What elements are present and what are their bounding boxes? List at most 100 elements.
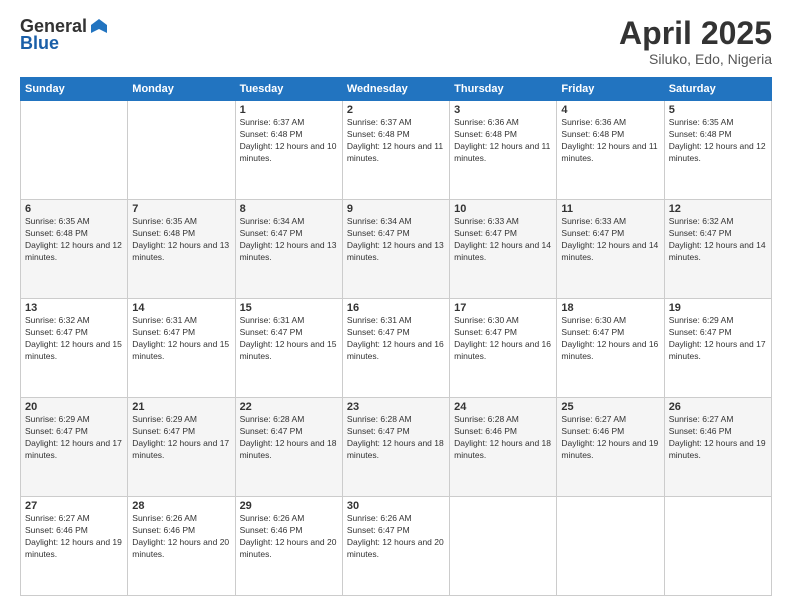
- daylight-text: Daylight: 12 hours and 14 minutes.: [561, 240, 659, 264]
- week-row-5: 27 Sunrise: 6:27 AM Sunset: 6:46 PM Dayl…: [21, 497, 772, 596]
- sunset-text: Sunset: 6:47 PM: [25, 327, 123, 339]
- sunrise-text: Sunrise: 6:37 AM: [240, 117, 338, 129]
- day-cell: 5 Sunrise: 6:35 AM Sunset: 6:48 PM Dayli…: [664, 101, 771, 200]
- day-cell: 1 Sunrise: 6:37 AM Sunset: 6:48 PM Dayli…: [235, 101, 342, 200]
- day-info: Sunrise: 6:32 AM Sunset: 6:47 PM Dayligh…: [669, 216, 767, 264]
- day-info: Sunrise: 6:27 AM Sunset: 6:46 PM Dayligh…: [669, 414, 767, 462]
- daylight-text: Daylight: 12 hours and 15 minutes.: [240, 339, 338, 363]
- daylight-text: Daylight: 12 hours and 18 minutes.: [454, 438, 552, 462]
- day-cell: 29 Sunrise: 6:26 AM Sunset: 6:46 PM Dayl…: [235, 497, 342, 596]
- day-number: 23: [347, 401, 445, 413]
- day-info: Sunrise: 6:36 AM Sunset: 6:48 PM Dayligh…: [454, 117, 552, 165]
- day-cell: 3 Sunrise: 6:36 AM Sunset: 6:48 PM Dayli…: [450, 101, 557, 200]
- sunrise-text: Sunrise: 6:32 AM: [669, 216, 767, 228]
- sunrise-text: Sunrise: 6:30 AM: [454, 315, 552, 327]
- sunset-text: Sunset: 6:48 PM: [25, 228, 123, 240]
- week-row-4: 20 Sunrise: 6:29 AM Sunset: 6:47 PM Dayl…: [21, 398, 772, 497]
- sunrise-text: Sunrise: 6:35 AM: [132, 216, 230, 228]
- sunset-text: Sunset: 6:47 PM: [25, 426, 123, 438]
- daylight-text: Daylight: 12 hours and 12 minutes.: [669, 141, 767, 165]
- day-info: Sunrise: 6:33 AM Sunset: 6:47 PM Dayligh…: [561, 216, 659, 264]
- daylight-text: Daylight: 12 hours and 16 minutes.: [561, 339, 659, 363]
- day-info: Sunrise: 6:28 AM Sunset: 6:47 PM Dayligh…: [240, 414, 338, 462]
- sunset-text: Sunset: 6:48 PM: [240, 129, 338, 141]
- sunrise-text: Sunrise: 6:37 AM: [347, 117, 445, 129]
- sunrise-text: Sunrise: 6:33 AM: [561, 216, 659, 228]
- day-cell: 28 Sunrise: 6:26 AM Sunset: 6:46 PM Dayl…: [128, 497, 235, 596]
- sunset-text: Sunset: 6:48 PM: [669, 129, 767, 141]
- sunrise-text: Sunrise: 6:35 AM: [25, 216, 123, 228]
- day-cell: 4 Sunrise: 6:36 AM Sunset: 6:48 PM Dayli…: [557, 101, 664, 200]
- day-number: 2: [347, 104, 445, 116]
- sunset-text: Sunset: 6:47 PM: [561, 228, 659, 240]
- day-cell: 14 Sunrise: 6:31 AM Sunset: 6:47 PM Dayl…: [128, 299, 235, 398]
- sunrise-text: Sunrise: 6:29 AM: [25, 414, 123, 426]
- daylight-text: Daylight: 12 hours and 11 minutes.: [561, 141, 659, 165]
- daylight-text: Daylight: 12 hours and 18 minutes.: [347, 438, 445, 462]
- day-info: Sunrise: 6:30 AM Sunset: 6:47 PM Dayligh…: [561, 315, 659, 363]
- daylight-text: Daylight: 12 hours and 16 minutes.: [454, 339, 552, 363]
- daylight-text: Daylight: 12 hours and 20 minutes.: [347, 537, 445, 561]
- day-info: Sunrise: 6:33 AM Sunset: 6:47 PM Dayligh…: [454, 216, 552, 264]
- day-cell: 6 Sunrise: 6:35 AM Sunset: 6:48 PM Dayli…: [21, 200, 128, 299]
- day-info: Sunrise: 6:35 AM Sunset: 6:48 PM Dayligh…: [25, 216, 123, 264]
- header-saturday: Saturday: [664, 78, 771, 101]
- sunset-text: Sunset: 6:47 PM: [347, 327, 445, 339]
- sunset-text: Sunset: 6:47 PM: [347, 228, 445, 240]
- week-row-2: 6 Sunrise: 6:35 AM Sunset: 6:48 PM Dayli…: [21, 200, 772, 299]
- daylight-text: Daylight: 12 hours and 20 minutes.: [240, 537, 338, 561]
- sunrise-text: Sunrise: 6:29 AM: [669, 315, 767, 327]
- day-number: 24: [454, 401, 552, 413]
- sunrise-text: Sunrise: 6:30 AM: [561, 315, 659, 327]
- sunrise-text: Sunrise: 6:31 AM: [347, 315, 445, 327]
- daylight-text: Daylight: 12 hours and 11 minutes.: [454, 141, 552, 165]
- daylight-text: Daylight: 12 hours and 15 minutes.: [132, 339, 230, 363]
- week-row-1: 1 Sunrise: 6:37 AM Sunset: 6:48 PM Dayli…: [21, 101, 772, 200]
- sunset-text: Sunset: 6:46 PM: [669, 426, 767, 438]
- daylight-text: Daylight: 12 hours and 14 minutes.: [454, 240, 552, 264]
- day-number: 19: [669, 302, 767, 314]
- day-number: 9: [347, 203, 445, 215]
- day-cell: 7 Sunrise: 6:35 AM Sunset: 6:48 PM Dayli…: [128, 200, 235, 299]
- sunset-text: Sunset: 6:47 PM: [240, 426, 338, 438]
- day-info: Sunrise: 6:37 AM Sunset: 6:48 PM Dayligh…: [347, 117, 445, 165]
- day-info: Sunrise: 6:31 AM Sunset: 6:47 PM Dayligh…: [347, 315, 445, 363]
- day-number: 25: [561, 401, 659, 413]
- day-number: 27: [25, 500, 123, 512]
- daylight-text: Daylight: 12 hours and 13 minutes.: [347, 240, 445, 264]
- sunset-text: Sunset: 6:47 PM: [132, 426, 230, 438]
- day-number: 20: [25, 401, 123, 413]
- sunrise-text: Sunrise: 6:35 AM: [669, 117, 767, 129]
- daylight-text: Daylight: 12 hours and 17 minutes.: [669, 339, 767, 363]
- title-area: April 2025 Siluko, Edo, Nigeria: [619, 16, 772, 67]
- sunrise-text: Sunrise: 6:31 AM: [132, 315, 230, 327]
- sunset-text: Sunset: 6:47 PM: [240, 228, 338, 240]
- day-number: 30: [347, 500, 445, 512]
- daylight-text: Daylight: 12 hours and 13 minutes.: [240, 240, 338, 264]
- day-info: Sunrise: 6:34 AM Sunset: 6:47 PM Dayligh…: [240, 216, 338, 264]
- day-info: Sunrise: 6:36 AM Sunset: 6:48 PM Dayligh…: [561, 117, 659, 165]
- day-number: 16: [347, 302, 445, 314]
- calendar-table: Sunday Monday Tuesday Wednesday Thursday…: [20, 77, 772, 596]
- day-cell: [21, 101, 128, 200]
- day-number: 7: [132, 203, 230, 215]
- day-cell: 19 Sunrise: 6:29 AM Sunset: 6:47 PM Dayl…: [664, 299, 771, 398]
- day-info: Sunrise: 6:30 AM Sunset: 6:47 PM Dayligh…: [454, 315, 552, 363]
- sunset-text: Sunset: 6:48 PM: [132, 228, 230, 240]
- daylight-text: Daylight: 12 hours and 16 minutes.: [347, 339, 445, 363]
- day-cell: 22 Sunrise: 6:28 AM Sunset: 6:47 PM Dayl…: [235, 398, 342, 497]
- day-number: 11: [561, 203, 659, 215]
- day-number: 18: [561, 302, 659, 314]
- sunrise-text: Sunrise: 6:34 AM: [347, 216, 445, 228]
- day-info: Sunrise: 6:34 AM Sunset: 6:47 PM Dayligh…: [347, 216, 445, 264]
- day-number: 5: [669, 104, 767, 116]
- sunrise-text: Sunrise: 6:32 AM: [25, 315, 123, 327]
- sunset-text: Sunset: 6:46 PM: [240, 525, 338, 537]
- day-cell: 21 Sunrise: 6:29 AM Sunset: 6:47 PM Dayl…: [128, 398, 235, 497]
- day-cell: 2 Sunrise: 6:37 AM Sunset: 6:48 PM Dayli…: [342, 101, 449, 200]
- day-number: 28: [132, 500, 230, 512]
- day-cell: 26 Sunrise: 6:27 AM Sunset: 6:46 PM Dayl…: [664, 398, 771, 497]
- day-cell: 23 Sunrise: 6:28 AM Sunset: 6:47 PM Dayl…: [342, 398, 449, 497]
- daylight-text: Daylight: 12 hours and 14 minutes.: [669, 240, 767, 264]
- day-info: Sunrise: 6:28 AM Sunset: 6:46 PM Dayligh…: [454, 414, 552, 462]
